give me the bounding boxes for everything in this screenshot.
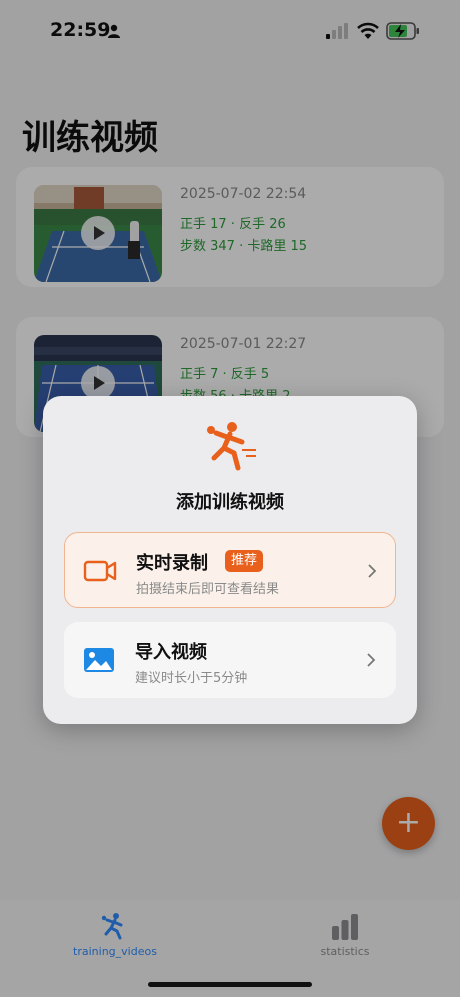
dialog-title: 添加训练视频: [176, 492, 284, 513]
option-title: 实时录制: [136, 553, 208, 574]
option-subtitle: 建议时长小于5分钟: [135, 671, 248, 686]
add-video-dialog: 添加训练视频 实时录制 推荐 拍摄结束后即可查看结果 导入视频 建议时长小于5分…: [43, 396, 417, 724]
home-indicator: [148, 982, 312, 987]
chevron-right-icon: [368, 564, 377, 578]
record-live-option[interactable]: 实时录制 推荐 拍摄结束后即可查看结果: [64, 532, 396, 608]
option-subtitle: 拍摄结束后即可查看结果: [136, 582, 280, 597]
image-icon: [84, 648, 114, 672]
chevron-right-icon: [367, 653, 376, 667]
import-video-option[interactable]: 导入视频 建议时长小于5分钟: [64, 622, 396, 698]
app-screen: 22:59 训练视频 2025-07-02 22:54 正手 17 · 反手 2…: [0, 0, 460, 997]
tennis-player-icon: [207, 422, 256, 471]
video-camera-icon: [83, 560, 117, 582]
recommended-badge: 推荐: [225, 550, 264, 572]
option-title: 导入视频: [135, 642, 207, 663]
